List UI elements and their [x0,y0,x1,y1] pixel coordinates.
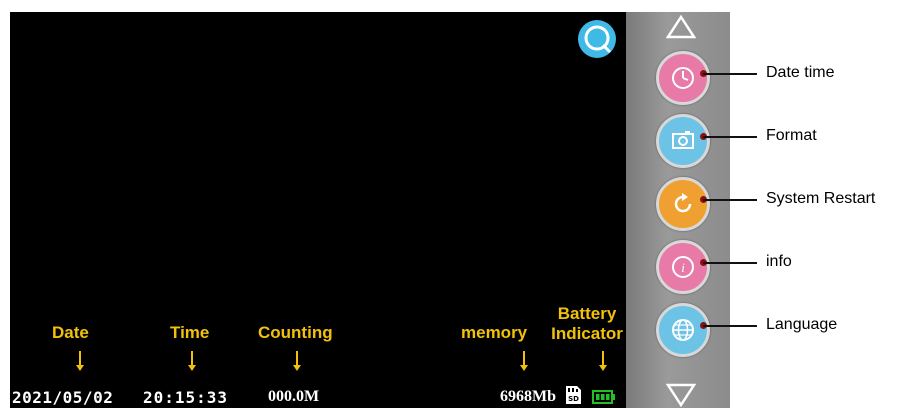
date-annotation-arrowhead [76,365,84,371]
callout-line [703,325,757,327]
info-label: info [766,253,792,270]
svg-text:SD: SD [568,395,579,403]
sd-card-icon: SD [566,386,581,404]
camera-icon [672,131,694,149]
svg-text:i: i [681,260,685,275]
memory-readout: 6968Mb [500,388,556,405]
battery-icon [592,390,615,404]
counting-annotation-arrowhead [293,365,301,371]
format-button[interactable] [656,114,710,168]
counting-annotation: Counting [258,323,333,342]
date-annotation-arrow [79,351,81,365]
date-time-button[interactable] [656,51,710,105]
clock-icon [672,67,694,89]
date-annotation: Date [52,323,89,342]
time-annotation: Time [170,323,210,342]
memory-annotation: memory [461,323,528,342]
battery-annotation-arrowhead [599,365,607,371]
restart-icon [674,193,692,213]
format-label: Format [766,127,817,144]
memory-annotation-arrow [523,351,525,365]
counting-readout: 000.0M [268,388,320,405]
language-button[interactable] [656,303,710,357]
battery-annotation-line1: Battery [557,304,617,323]
battery-annotation-line2: Indicator [551,324,623,343]
callout-line [703,199,757,201]
system-restart-label: System Restart [766,190,876,207]
magnifier-icon [584,25,611,53]
search-button[interactable] [578,20,616,58]
globe-icon [672,319,694,341]
callout-line [703,262,757,264]
memory-annotation-arrowhead [520,365,528,371]
screen-viewport [10,12,626,408]
counting-annotation-arrow [296,351,298,365]
date-readout: 2021/05/02 [12,388,114,407]
time-readout: 20:15:33 [143,388,229,407]
scroll-down-arrow-icon[interactable] [666,382,696,408]
info-icon: i [672,256,694,278]
system-restart-button[interactable] [656,177,710,231]
date-time-label: Date time [766,64,835,81]
time-annotation-arrowhead [188,365,196,371]
scroll-up-arrow-icon[interactable] [666,14,696,40]
info-button[interactable]: i [656,240,710,294]
battery-indicator-annotation: Battery Indicator [545,304,629,344]
battery-annotation-arrow [602,351,604,365]
callout-line [703,73,757,75]
callout-line [703,136,757,138]
language-label: Language [766,316,838,333]
time-annotation-arrow [191,351,193,365]
